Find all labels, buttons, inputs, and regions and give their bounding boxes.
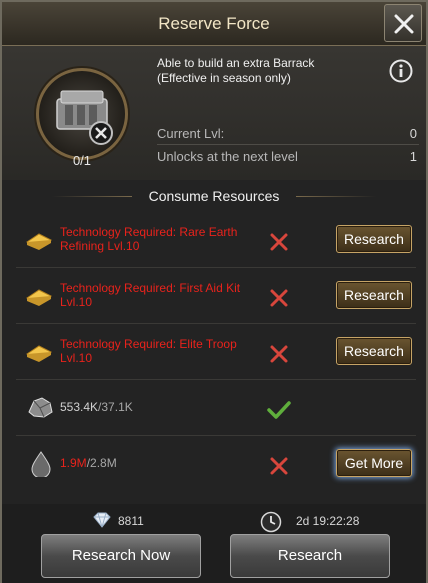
title-bar: Reserve Force — [2, 2, 426, 46]
ornament-left — [52, 196, 132, 197]
resource-need: /2.8M — [86, 456, 117, 470]
resource-amount: 1.9M/2.8M — [60, 456, 270, 470]
divider — [157, 144, 419, 145]
tech-book-icon — [26, 345, 52, 362]
cross-icon — [270, 289, 288, 307]
stat-current-level: Current Lvl: 0 — [157, 126, 417, 146]
requirement-row: Technology Required: Rare Earth Refining… — [16, 212, 416, 268]
research-button-main[interactable]: Research — [230, 534, 390, 578]
resource-need: /37.1K — [98, 400, 133, 414]
stat-value: 0 — [409, 126, 417, 141]
item-description: Able to build an extra Barrack (Effectiv… — [157, 56, 314, 86]
footer: 8811 2d 19:22:28 Research Now Research — [2, 504, 426, 583]
resource-have: 1.9M — [60, 456, 87, 470]
section-header: Consume Resources — [2, 184, 426, 210]
resource-have: 553.4K — [60, 400, 99, 414]
item-summary: 0/1 Able to build an extra Barrack (Effe… — [2, 46, 426, 180]
stat-label: Unlocks at the next level — [157, 149, 298, 164]
cross-icon — [270, 345, 288, 363]
clock-icon — [260, 511, 282, 533]
dialog-title: Reserve Force — [158, 14, 270, 33]
item-count: 0/1 — [72, 153, 92, 168]
resource-row: 1.9M/2.8M Get More — [16, 436, 416, 492]
requirement-row: Technology Required: Elite Troop Lvl.10 … — [16, 324, 416, 380]
stat-value: 1 — [409, 149, 417, 164]
get-more-button[interactable]: Get More — [336, 449, 412, 477]
research-time-value: 2d 19:22:28 — [296, 514, 360, 528]
resource-row: 553.4K/37.1K — [16, 380, 416, 436]
research-button[interactable]: Research — [336, 225, 412, 253]
research-now-button[interactable]: Research Now — [41, 534, 201, 578]
dialog: Reserve Force 0/1 Able to build an extra… — [0, 0, 428, 583]
requirement-text: Technology Required: First Aid Kit Lvl.1… — [60, 281, 241, 309]
gem-cost-value: 8811 — [118, 514, 144, 528]
ornament-right — [296, 196, 376, 197]
check-icon — [267, 401, 291, 419]
stat-label: Current Lvl: — [157, 126, 225, 141]
research-button[interactable]: Research — [336, 337, 412, 365]
description-line: (Effective in season only) — [157, 71, 291, 85]
requirement-text: Technology Required: Rare Earth Refining… — [60, 225, 238, 253]
requirement-row: Technology Required: First Aid Kit Lvl.1… — [16, 268, 416, 324]
oil-drop-icon — [31, 451, 51, 477]
close-icon — [394, 14, 414, 34]
barracks-icon — [56, 90, 113, 145]
close-button[interactable] — [384, 4, 422, 42]
resource-amount: 553.4K/37.1K — [60, 400, 270, 414]
info-icon[interactable] — [389, 59, 413, 83]
cross-icon — [270, 233, 288, 251]
section-title: Consume Resources — [148, 188, 280, 204]
cross-icon — [270, 457, 288, 475]
item-image — [36, 68, 128, 160]
diamond-icon — [93, 512, 111, 528]
tech-book-icon — [26, 233, 52, 250]
description-line: Able to build an extra Barrack — [157, 56, 315, 70]
stat-unlock-level: Unlocks at the next level 1 — [157, 149, 417, 169]
ore-icon — [28, 397, 53, 418]
research-button[interactable]: Research — [336, 281, 412, 309]
requirement-text: Technology Required: Elite Troop Lvl.10 — [60, 337, 237, 365]
tech-book-icon — [26, 289, 52, 306]
